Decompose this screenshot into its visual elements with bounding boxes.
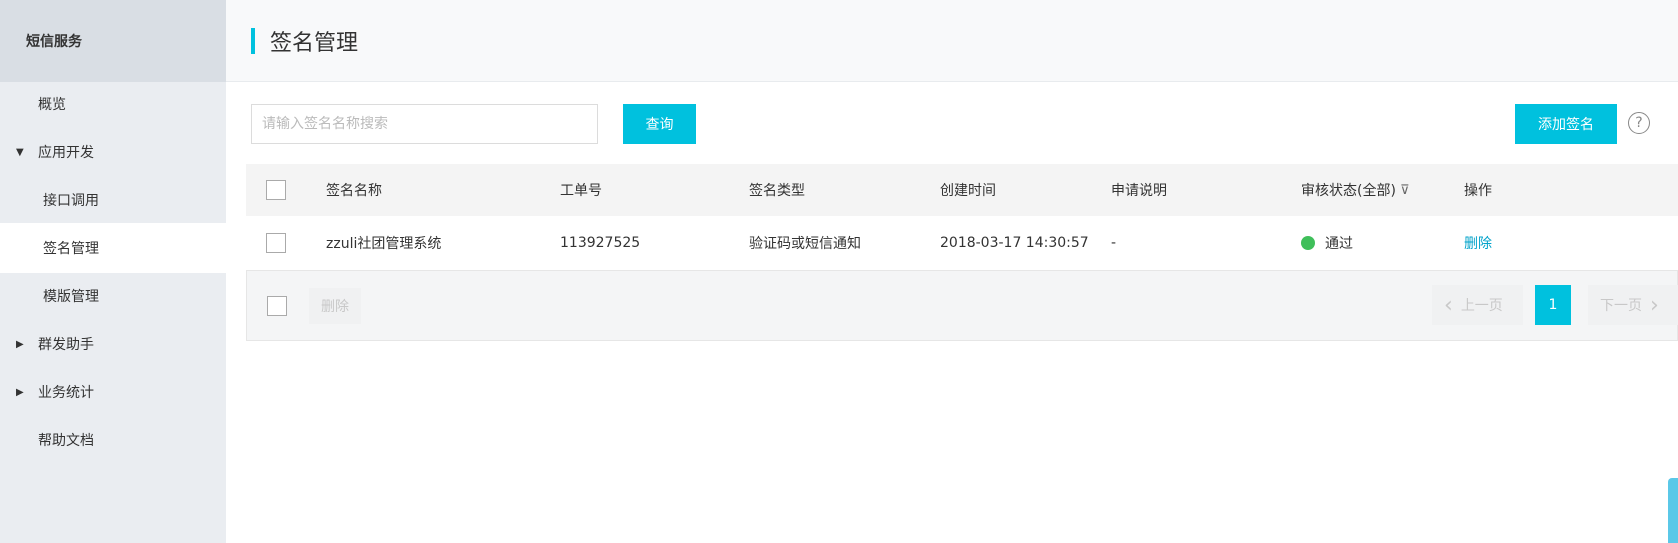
sidebar-item-statistics[interactable]: ▶ 业务统计 bbox=[0, 367, 226, 417]
cell-type: 验证码或短信通知 bbox=[749, 236, 861, 252]
status-label: 通过 bbox=[1325, 236, 1353, 252]
sidebar-item-app-dev[interactable]: ▼ 应用开发 bbox=[0, 127, 226, 177]
chevron-left-icon: ‹ bbox=[1444, 292, 1453, 318]
caret-right-icon: ▶ bbox=[16, 338, 24, 350]
prev-page-label: 上一页 bbox=[1460, 298, 1503, 314]
cell-note: - bbox=[1111, 235, 1117, 251]
column-header-note: 申请说明 bbox=[1111, 183, 1167, 199]
signature-table: 签名名称 工单号 签名类型 创建时间 申请说明 审核状态(全部) ⊽ 操作 zz… bbox=[246, 164, 1678, 341]
column-header-status[interactable]: 审核状态(全部) ⊽ bbox=[1301, 164, 1409, 216]
batch-delete-button[interactable]: 删除 bbox=[309, 288, 361, 324]
sidebar-item-label: 签名管理 bbox=[43, 241, 99, 257]
page-number-button[interactable]: 1 bbox=[1535, 285, 1571, 325]
page-title: 签名管理 bbox=[270, 30, 359, 56]
cell-status: 通过 bbox=[1301, 216, 1353, 270]
column-header-created: 创建时间 bbox=[940, 183, 996, 199]
select-all-checkbox[interactable] bbox=[266, 180, 286, 200]
main-content: 签名管理 查询 添加签名 ? 签名名称 工单号 签名类型 创建时间 申请说明 审… bbox=[226, 0, 1678, 543]
cell-action: 删除 bbox=[1464, 216, 1492, 270]
table-footer: 删除 ‹ 上一页 1 下一页 › bbox=[246, 271, 1678, 341]
sidebar-item-label: 业务统计 bbox=[38, 385, 94, 401]
caret-down-icon: ▼ bbox=[16, 146, 24, 158]
title-accent-bar bbox=[251, 27, 255, 54]
column-header-type: 签名类型 bbox=[749, 183, 805, 199]
sidebar-item-label: 帮助文档 bbox=[38, 433, 94, 449]
column-header-name: 签名名称 bbox=[326, 183, 382, 199]
cell-name: zzuli社团管理系统 bbox=[326, 236, 442, 252]
delete-link[interactable]: 删除 bbox=[1464, 233, 1492, 253]
column-header-status-label: 审核状态(全部) bbox=[1301, 183, 1396, 199]
sidebar-item-template-management[interactable]: 模版管理 bbox=[0, 271, 226, 321]
search-input[interactable] bbox=[251, 104, 598, 144]
column-header-ticket: 工单号 bbox=[560, 183, 602, 199]
prev-page-button[interactable]: ‹ 上一页 bbox=[1432, 285, 1523, 325]
footer-select-all-checkbox[interactable] bbox=[267, 296, 287, 316]
caret-right-icon: ▶ bbox=[16, 386, 24, 398]
query-button[interactable]: 查询 bbox=[623, 104, 696, 144]
add-signature-button[interactable]: 添加签名 bbox=[1515, 104, 1617, 144]
sidebar-item-label: 群发助手 bbox=[38, 337, 94, 353]
sidebar-item-bulk-send[interactable]: ▶ 群发助手 bbox=[0, 319, 226, 369]
chevron-right-icon: › bbox=[1650, 292, 1659, 318]
sidebar-item-signature-management[interactable]: 签名管理 bbox=[0, 223, 226, 273]
column-header-action: 操作 bbox=[1464, 183, 1492, 199]
row-checkbox[interactable] bbox=[266, 233, 286, 253]
floating-feedback-widget[interactable] bbox=[1668, 478, 1678, 543]
page-header: 签名管理 bbox=[226, 0, 1678, 82]
next-page-button[interactable]: 下一页 › bbox=[1588, 285, 1678, 325]
sidebar-item-api-calls[interactable]: 接口调用 bbox=[0, 175, 226, 225]
sidebar-item-label: 概览 bbox=[38, 97, 66, 113]
sidebar: 短信服务 概览 ▼ 应用开发 接口调用 签名管理 模版管理 ▶ 群发助手 ▶ 业… bbox=[0, 0, 226, 543]
help-icon[interactable]: ? bbox=[1628, 112, 1650, 134]
cell-created: 2018-03-17 14:30:57 bbox=[940, 235, 1089, 251]
table-header: 签名名称 工单号 签名类型 创建时间 申请说明 审核状态(全部) ⊽ 操作 bbox=[246, 164, 1678, 216]
filter-icon[interactable]: ⊽ bbox=[1400, 183, 1410, 198]
sidebar-item-label: 模版管理 bbox=[43, 289, 99, 305]
next-page-label: 下一页 bbox=[1600, 298, 1642, 314]
sidebar-title: 短信服务 bbox=[0, 0, 226, 82]
sidebar-item-label: 接口调用 bbox=[43, 193, 99, 209]
sidebar-item-label: 应用开发 bbox=[38, 145, 94, 161]
sidebar-item-overview[interactable]: 概览 bbox=[0, 79, 226, 129]
sidebar-item-help-docs[interactable]: 帮助文档 bbox=[0, 415, 226, 465]
table-row: zzuli社团管理系统 113927525 验证码或短信通知 2018-03-1… bbox=[246, 216, 1678, 271]
cell-ticket: 113927525 bbox=[560, 235, 641, 251]
status-dot-icon bbox=[1301, 236, 1315, 250]
